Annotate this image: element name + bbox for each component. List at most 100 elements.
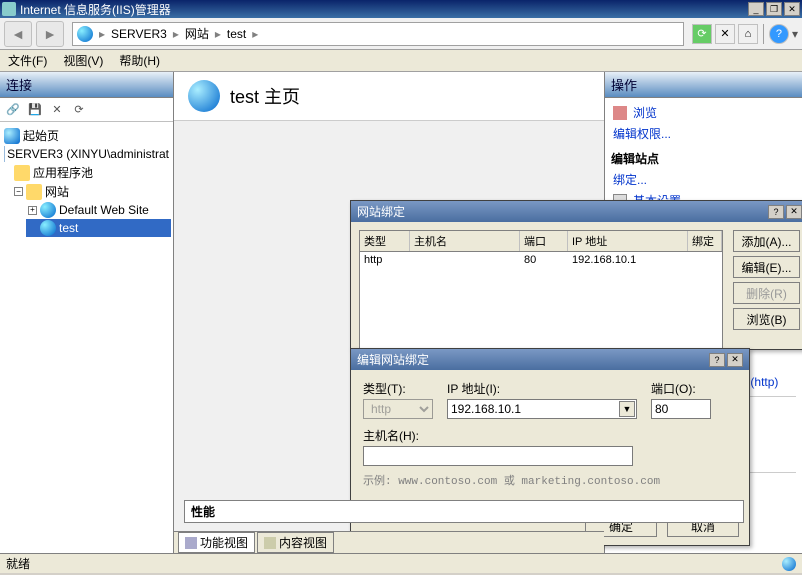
connections-toolbar: 🔗 💾 ✕ ⟳ xyxy=(0,98,173,122)
perf-group-header: 性能 xyxy=(184,500,744,523)
cell-port: 80 xyxy=(520,252,568,268)
col-type[interactable]: 类型 xyxy=(360,231,410,251)
port-input[interactable] xyxy=(651,399,711,419)
sites-label: 网站 xyxy=(45,183,69,200)
cell-bind xyxy=(688,252,722,268)
action-edit-perm[interactable]: 编辑权限... xyxy=(611,123,796,144)
globe-icon xyxy=(77,26,93,42)
actions-header: 操作 xyxy=(605,72,802,98)
col-port[interactable]: 端口 xyxy=(520,231,568,251)
browse-binding-button[interactable]: 浏览(B) xyxy=(733,308,800,330)
add-binding-button[interactable]: 添加(A)... xyxy=(733,230,800,252)
action-browse[interactable]: 浏览 xyxy=(611,102,796,123)
tree-site-test[interactable]: test xyxy=(26,219,171,237)
start-page-label: 起始页 xyxy=(23,127,59,144)
nav-toolbar: ◄ ► ▸ SERVER3 ▸ 网站 ▸ test ▸ ⟳ ✕ ⌂ ? ▾ xyxy=(0,18,802,50)
refresh-icon[interactable]: ⟳ xyxy=(70,101,88,119)
folder-icon xyxy=(14,165,30,181)
app-pools-label: 应用程序池 xyxy=(33,164,93,181)
edit-binding-button[interactable]: 编辑(E)... xyxy=(733,256,800,278)
delete-icon[interactable]: ✕ xyxy=(48,101,66,119)
ip-dropdown-icon[interactable]: ▼ xyxy=(619,401,635,417)
breadcrumb-site[interactable]: test xyxy=(227,27,246,41)
back-button[interactable]: ◄ xyxy=(4,21,32,47)
center-header: test 主页 xyxy=(174,72,604,121)
expand-toggle[interactable]: + xyxy=(28,206,37,215)
connect-icon[interactable]: 🔗 xyxy=(4,101,22,119)
tree-sites[interactable]: − 网站 xyxy=(12,182,171,201)
config-icon[interactable] xyxy=(782,557,796,571)
type-select[interactable]: http xyxy=(363,399,433,419)
binding-row[interactable]: http 80 192.168.10.1 xyxy=(360,252,722,268)
center-panel: test 主页 网站绑定 ? ✕ 类型 主机名 端口 IP 地址 绑定 xyxy=(174,72,604,553)
breadcrumb-sites[interactable]: 网站 xyxy=(185,25,209,42)
tree-server[interactable]: SERVER3 (XINYU\administrat xyxy=(2,145,171,163)
breadcrumb-server[interactable]: SERVER3 xyxy=(111,27,167,41)
start-page-icon xyxy=(4,128,20,144)
remove-binding-button[interactable]: 删除(R) xyxy=(733,282,800,304)
host-input[interactable] xyxy=(363,446,633,466)
connections-tree[interactable]: 起始页 SERVER3 (XINYU\administrat 应用程序池 − 网… xyxy=(0,122,173,553)
col-host[interactable]: 主机名 xyxy=(410,231,520,251)
action-bindings[interactable]: 绑定... xyxy=(611,169,796,190)
connections-header: 连接 xyxy=(0,72,173,98)
save-icon[interactable]: 💾 xyxy=(26,101,44,119)
status-text: 就绪 xyxy=(6,555,30,572)
ip-label: IP 地址(I): xyxy=(447,380,637,397)
tab-content-label: 内容视图 xyxy=(279,534,327,551)
edit-titlebar[interactable]: 编辑网站绑定 ? ✕ xyxy=(351,349,749,370)
tab-content[interactable]: 内容视图 xyxy=(257,532,334,553)
tree-start-page[interactable]: 起始页 xyxy=(2,126,171,145)
col-bind[interactable]: 绑定 xyxy=(688,231,722,251)
menu-view[interactable]: 视图(V) xyxy=(63,52,103,69)
col-ip[interactable]: IP 地址 xyxy=(568,231,688,251)
ip-input[interactable] xyxy=(447,399,637,419)
bindings-title: 网站绑定 xyxy=(357,203,766,220)
help-icon[interactable]: ? xyxy=(768,205,784,219)
close-icon[interactable]: ✕ xyxy=(727,353,743,367)
window-title: Internet 信息服务(IIS)管理器 xyxy=(20,1,748,18)
status-bar: 就绪 xyxy=(0,553,802,573)
menu-file[interactable]: 文件(F) xyxy=(8,52,47,69)
app-icon xyxy=(2,2,16,16)
home-button[interactable]: ⌂ xyxy=(738,24,758,44)
site-default-label: Default Web Site xyxy=(59,203,149,217)
go-button[interactable]: ⟳ xyxy=(692,24,712,44)
action-label: 编辑权限... xyxy=(613,125,671,142)
cell-host xyxy=(410,252,520,268)
browse-icon xyxy=(613,106,627,120)
close-button[interactable]: ✕ xyxy=(784,2,800,16)
tree-site-default[interactable]: + Default Web Site xyxy=(26,201,171,219)
bottom-tabs: 功能视图 内容视图 xyxy=(174,531,604,553)
maximize-button[interactable]: ❐ xyxy=(766,2,782,16)
site-test-label: test xyxy=(59,221,78,235)
tree-app-pools[interactable]: 应用程序池 xyxy=(12,163,171,182)
breadcrumb-sep: ▸ xyxy=(99,27,105,41)
group-edit-site: 编辑站点 xyxy=(611,150,796,167)
host-label: 主机名(H): xyxy=(363,429,419,443)
expand-toggle[interactable]: − xyxy=(14,187,23,196)
help-icon[interactable]: ? xyxy=(709,353,725,367)
edit-title: 编辑网站绑定 xyxy=(357,351,707,368)
close-icon[interactable]: ✕ xyxy=(786,205,802,219)
bindings-titlebar[interactable]: 网站绑定 ? ✕ xyxy=(351,201,802,222)
breadcrumb-sep: ▸ xyxy=(173,27,179,41)
bindings-header-row: 类型 主机名 端口 IP 地址 绑定 xyxy=(360,231,722,252)
help-dropdown[interactable]: ▾ xyxy=(792,27,798,41)
minimize-button[interactable]: _ xyxy=(748,2,764,16)
site-icon xyxy=(40,202,56,218)
action-label: 绑定... xyxy=(613,171,647,188)
tab-features[interactable]: 功能视图 xyxy=(178,532,255,553)
forward-button[interactable]: ► xyxy=(36,21,64,47)
bindings-list[interactable]: 类型 主机名 端口 IP 地址 绑定 http 80 192.168.10.1 xyxy=(359,230,723,366)
stop-nav-button[interactable]: ✕ xyxy=(715,24,735,44)
host-hint: 示例: www.contoso.com 或 marketing.contoso.… xyxy=(363,472,737,488)
features-icon xyxy=(185,537,197,549)
help-button[interactable]: ? xyxy=(769,24,789,44)
action-label: 浏览 xyxy=(633,104,657,121)
folder-icon xyxy=(26,184,42,200)
menu-help[interactable]: 帮助(H) xyxy=(119,52,160,69)
site-large-icon xyxy=(188,80,220,112)
address-bar[interactable]: ▸ SERVER3 ▸ 网站 ▸ test ▸ xyxy=(72,22,684,46)
bindings-dialog: 网站绑定 ? ✕ 类型 主机名 端口 IP 地址 绑定 http xyxy=(350,200,802,350)
